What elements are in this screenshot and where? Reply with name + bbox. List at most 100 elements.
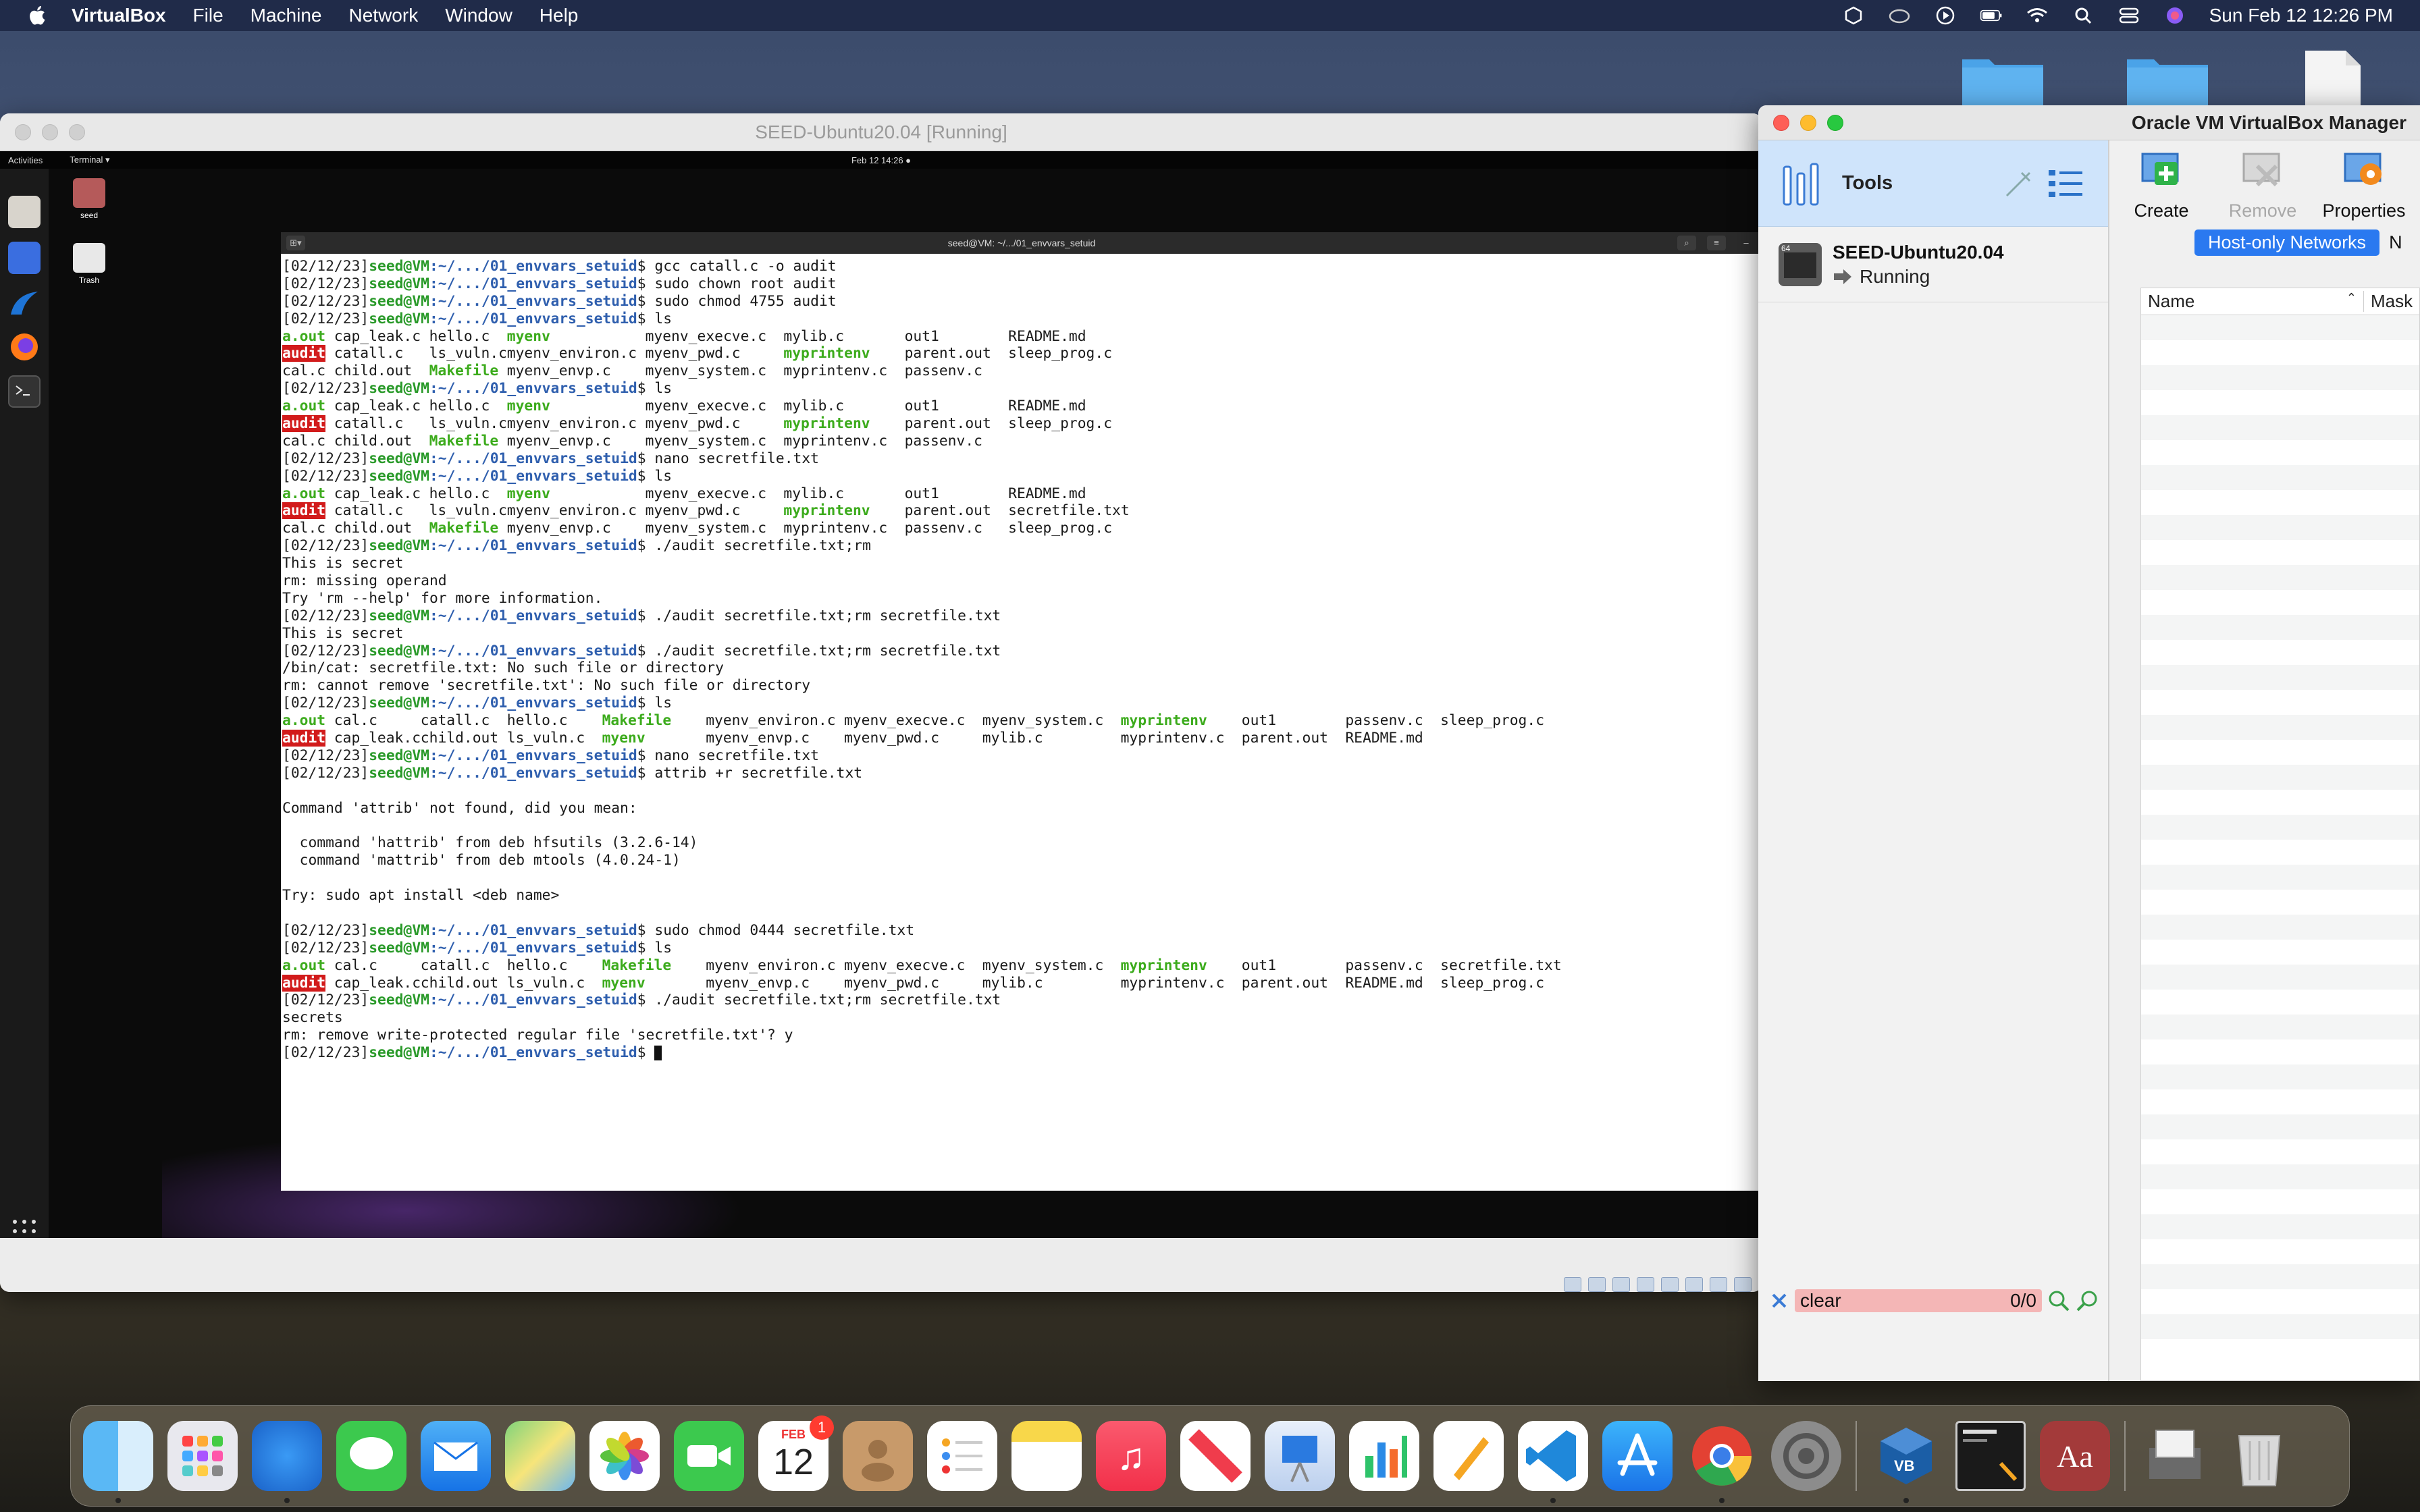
contacts-icon[interactable] <box>843 1421 913 1491</box>
table-row[interactable] <box>2141 665 2419 690</box>
dictionary-icon[interactable]: Aa <box>2040 1421 2110 1491</box>
list-menu-icon[interactable] <box>2047 166 2085 201</box>
tools-item[interactable]: Tools <box>1758 140 2108 227</box>
create-button[interactable]: Create <box>2111 147 2212 227</box>
tab-host-only-networks[interactable]: Host-only Networks <box>2194 229 2380 256</box>
safari-icon[interactable] <box>252 1421 322 1503</box>
table-row[interactable] <box>2141 915 2419 940</box>
vm-window-icon[interactable] <box>1955 1421 2026 1491</box>
guest-screen[interactable]: Activities Terminal ▾ Feb 12 14:26 ● see… <box>0 151 1762 1238</box>
tab-nat-networks[interactable]: N <box>2389 232 2402 253</box>
facetime-icon[interactable] <box>674 1421 744 1491</box>
find-previous-icon[interactable] <box>2076 1289 2099 1312</box>
gnome-clock[interactable]: Feb 12 14:26 ● <box>0 155 1762 165</box>
menu-machine[interactable]: Machine <box>251 5 322 26</box>
table-row[interactable] <box>2141 965 2419 990</box>
mail-icon[interactable] <box>421 1421 491 1491</box>
table-row[interactable] <box>2141 1015 2419 1040</box>
table-row[interactable] <box>2141 1040 2419 1064</box>
table-row[interactable] <box>2141 715 2419 740</box>
table-row[interactable] <box>2141 790 2419 815</box>
table-row[interactable] <box>2141 865 2419 890</box>
table-row[interactable] <box>2141 340 2419 365</box>
preview-icon[interactable] <box>2140 1421 2210 1491</box>
terminal-titlebar[interactable]: ⊞▾ seed@VM: ~/.../01_envvars_setuid ⌕ ≡ … <box>281 232 1762 254</box>
table-row[interactable] <box>2141 1339 2419 1364</box>
photos-icon[interactable] <box>589 1421 660 1491</box>
column-name-header[interactable]: Name ⌃ <box>2141 291 2364 312</box>
table-row[interactable] <box>2141 590 2419 615</box>
table-row[interactable] <box>2141 365 2419 390</box>
network-status-icon[interactable] <box>1637 1277 1654 1292</box>
wifi-icon[interactable] <box>2026 5 2049 26</box>
optical-drive-status-icon[interactable] <box>1588 1277 1606 1292</box>
new-tab-button[interactable]: ⊞▾ <box>286 236 305 250</box>
trash-icon[interactable] <box>2224 1421 2294 1491</box>
table-row[interactable] <box>2141 1264 2419 1289</box>
table-row[interactable] <box>2141 540 2419 565</box>
table-row[interactable] <box>2141 1089 2419 1114</box>
table-row[interactable] <box>2141 1314 2419 1339</box>
table-row[interactable] <box>2141 1139 2419 1164</box>
table-row[interactable] <box>2141 440 2419 465</box>
table-row[interactable] <box>2141 940 2419 965</box>
table-row[interactable] <box>2141 1289 2419 1314</box>
vm-window-titlebar[interactable]: SEED-Ubuntu20.04 [Running] <box>0 113 1762 151</box>
system-preferences-icon[interactable] <box>1771 1421 1841 1491</box>
table-row[interactable] <box>2141 515 2419 540</box>
vm-filter-input[interactable]: clear 0/0 <box>1795 1289 2042 1312</box>
table-row[interactable] <box>2141 1239 2419 1264</box>
terminal-minimize-icon[interactable]: – <box>1737 236 1756 250</box>
vscode-icon[interactable] <box>1518 1421 1588 1503</box>
find-next-icon[interactable] <box>2047 1289 2070 1312</box>
menubar-clock[interactable]: Sun Feb 12 12:26 PM <box>2209 5 2393 26</box>
creative-cloud-icon[interactable] <box>1888 5 1911 26</box>
host-key-status-icon[interactable] <box>1734 1277 1752 1292</box>
menu-network[interactable]: Network <box>349 5 419 26</box>
hard-disk-status-icon[interactable] <box>1564 1277 1581 1292</box>
wireshark-icon[interactable] <box>8 288 41 320</box>
messages-icon[interactable] <box>336 1421 406 1491</box>
table-row[interactable] <box>2141 1064 2419 1089</box>
reminders-icon[interactable] <box>927 1421 997 1491</box>
battery-icon[interactable] <box>1980 5 2003 26</box>
table-row[interactable] <box>2141 565 2419 590</box>
pin-icon[interactable] <box>2003 169 2034 200</box>
usb-status-icon[interactable] <box>1661 1277 1679 1292</box>
table-row[interactable] <box>2141 740 2419 765</box>
table-row[interactable] <box>2141 765 2419 790</box>
host-only-networks-table[interactable]: Name ⌃ Mask <box>2140 288 2420 1381</box>
column-mask-header[interactable]: Mask <box>2364 291 2413 312</box>
table-row[interactable] <box>2141 1164 2419 1189</box>
desktop-trash-icon[interactable]: Trash <box>73 243 105 285</box>
menu-help[interactable]: Help <box>540 5 579 26</box>
news-icon[interactable] <box>1180 1421 1251 1491</box>
terminal-window[interactable]: ⊞▾ seed@VM: ~/.../01_envvars_setuid ⌕ ≡ … <box>281 232 1762 1191</box>
play-icon[interactable] <box>1934 5 1957 26</box>
screenshot-icon[interactable] <box>8 242 41 274</box>
table-row[interactable] <box>2141 415 2419 440</box>
table-row[interactable] <box>2141 615 2419 640</box>
menu-window[interactable]: Window <box>445 5 512 26</box>
show-apps-icon[interactable] <box>8 1215 41 1238</box>
virtualbox-status-icon[interactable] <box>1842 5 1865 26</box>
launchpad-icon[interactable] <box>167 1421 238 1491</box>
menu-app-virtualbox[interactable]: VirtualBox <box>72 5 166 26</box>
spotlight-search-icon[interactable] <box>2072 5 2095 26</box>
terminal-search-icon[interactable]: ⌕ <box>1677 236 1696 250</box>
terminal-icon[interactable] <box>8 375 41 408</box>
table-row[interactable] <box>2141 990 2419 1015</box>
table-row[interactable] <box>2141 465 2419 490</box>
table-row[interactable] <box>2141 890 2419 915</box>
desktop-home-icon[interactable]: seed <box>73 178 105 220</box>
table-row[interactable] <box>2141 690 2419 715</box>
close-filter-icon[interactable] <box>1769 1291 1789 1311</box>
table-row[interactable] <box>2141 390 2419 415</box>
manager-titlebar[interactable]: Oracle VM VirtualBox Manager <box>1758 105 2420 140</box>
display-status-icon[interactable] <box>1710 1277 1727 1292</box>
app-store-icon[interactable] <box>1602 1421 1673 1491</box>
finder-icon[interactable] <box>83 1421 153 1503</box>
audio-status-icon[interactable] <box>1612 1277 1630 1292</box>
pages-icon[interactable] <box>1433 1421 1504 1491</box>
notes-icon[interactable] <box>1011 1421 1082 1491</box>
